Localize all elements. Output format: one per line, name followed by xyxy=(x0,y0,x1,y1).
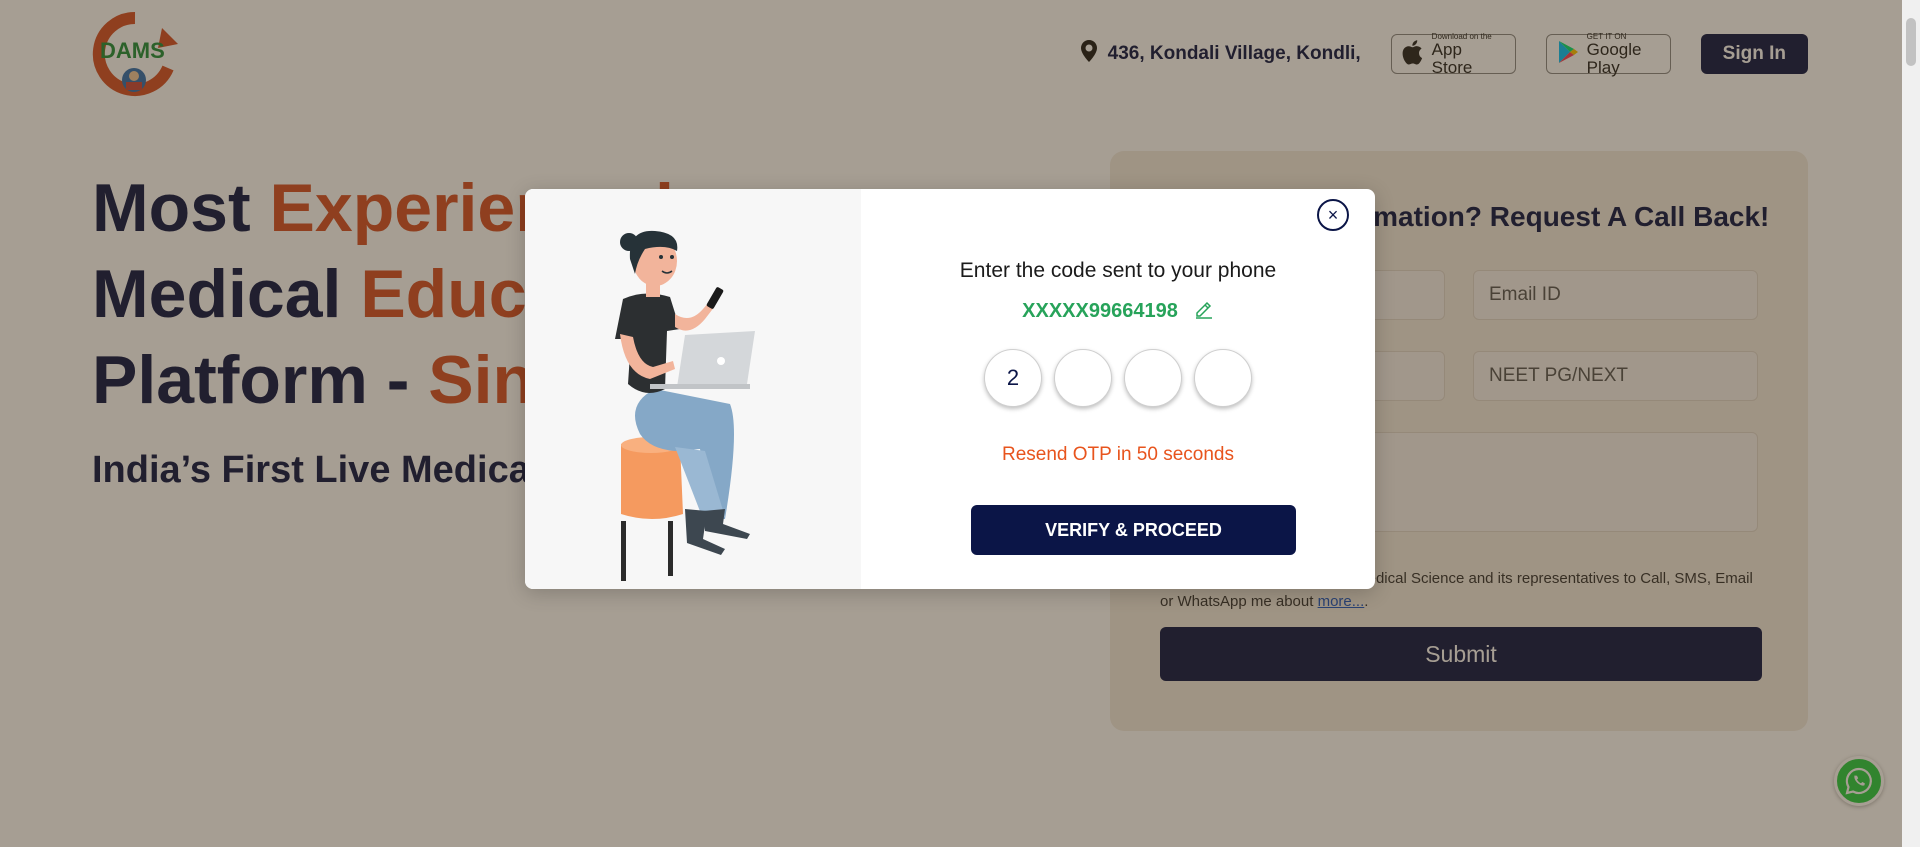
close-icon: × xyxy=(1327,205,1339,225)
otp-digit-1[interactable]: 2 xyxy=(984,349,1042,407)
phone-number: XXXXX99664198 xyxy=(1022,300,1178,322)
otp-digit-4[interactable] xyxy=(1194,349,1252,407)
edit-pencil-icon[interactable] xyxy=(1194,299,1214,324)
modal-illustration-panel xyxy=(525,189,861,589)
page-scrollbar[interactable] xyxy=(1902,0,1920,847)
otp-digit-3[interactable] xyxy=(1124,349,1182,407)
verify-proceed-button[interactable]: VERIFY & PROCEED xyxy=(971,505,1296,555)
scrollbar-thumb[interactable] xyxy=(1906,18,1916,66)
phone-row: XXXXX99664198 xyxy=(861,299,1375,324)
otp-digit-2[interactable] xyxy=(1054,349,1112,407)
woman-with-laptop-illustration xyxy=(615,230,755,581)
otp-title: Enter the code sent to your phone xyxy=(959,259,1277,282)
resend-otp-timer: Resend OTP in 50 seconds xyxy=(1001,444,1234,465)
close-button[interactable]: × xyxy=(1317,199,1349,231)
otp-panel: × Enter the code sent to your phone XXXX… xyxy=(861,189,1375,589)
otp-modal: × Enter the code sent to your phone XXXX… xyxy=(525,189,1375,589)
otp-input-group: 2 xyxy=(861,349,1375,407)
